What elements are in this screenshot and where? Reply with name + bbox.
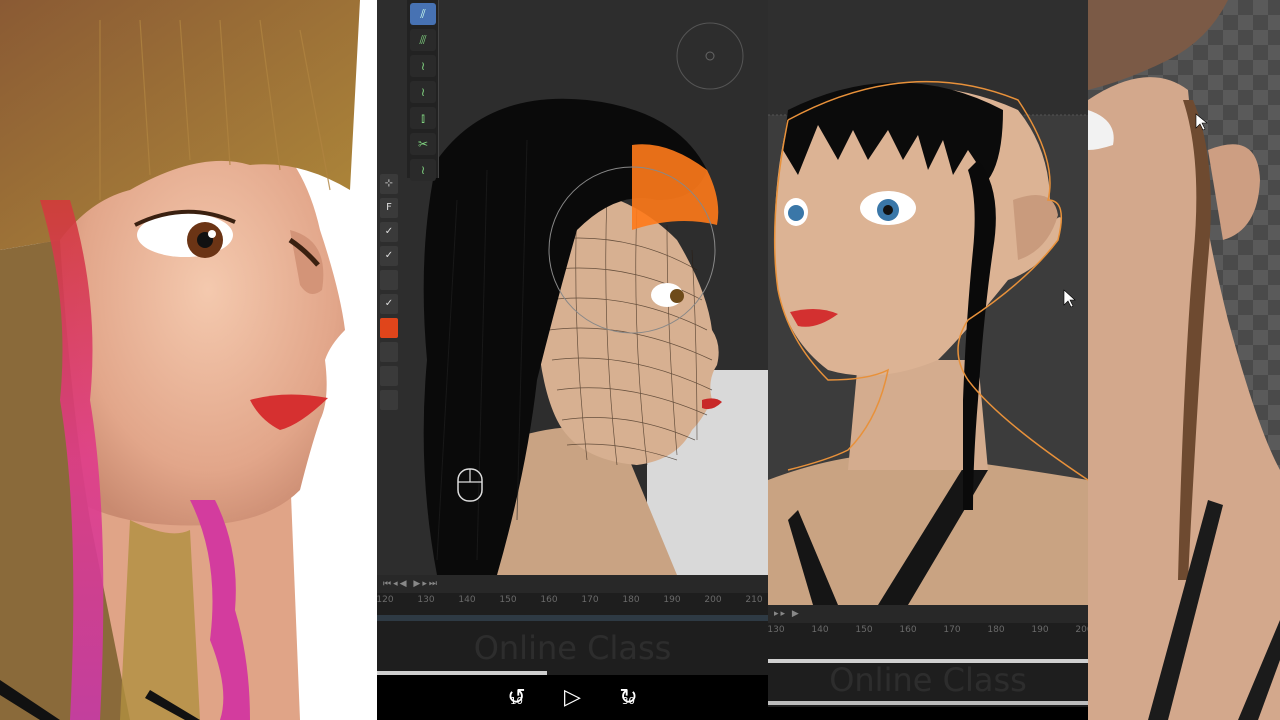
timeline-tick: 160 bbox=[899, 625, 917, 635]
property-field[interactable] bbox=[380, 366, 398, 386]
viewport-panel-right: ▸▸ ▶ 130 140 150 160 170 180 190 200 Online Cla… bbox=[768, 0, 1088, 720]
video-frame: ⫽ ⫻ ≀ ≀ ⫾ ✂ ≀ ⊹ F ✓ ✓ ✓ ⏮◂◀ ▶▸⏭ 120 130 … bbox=[0, 0, 1280, 720]
pin-icon[interactable]: ⊹ bbox=[380, 174, 398, 194]
player-controls: ↺ 10 ▷ ↻ 30 bbox=[377, 675, 768, 720]
timeline-tick: 170 bbox=[943, 625, 961, 635]
timeline-tick: 140 bbox=[811, 625, 829, 635]
sidebar-letter[interactable]: F bbox=[380, 198, 398, 218]
check-icon[interactable]: ✓ bbox=[380, 222, 398, 242]
timeline-controls-right[interactable]: ▸▸ ▶ bbox=[768, 605, 1088, 623]
timeline-tick: 200 bbox=[704, 595, 722, 605]
timeline-tick: 150 bbox=[499, 595, 517, 605]
play-icon[interactable]: ▷ bbox=[558, 686, 588, 709]
timeline-tick: 130 bbox=[417, 595, 435, 605]
tool-puff-icon[interactable]: ⫾ bbox=[410, 107, 436, 129]
render-panel-left bbox=[0, 0, 377, 720]
character-render-left bbox=[0, 0, 360, 720]
forward-label: 30 bbox=[622, 695, 635, 707]
timeline-tick: 200 bbox=[1075, 625, 1088, 635]
property-field[interactable] bbox=[380, 390, 398, 410]
timeline-tick: 190 bbox=[663, 595, 681, 605]
tool-weight-icon[interactable]: ≀ bbox=[410, 159, 436, 181]
character-render-right bbox=[1088, 0, 1280, 720]
watermark: Online Class bbox=[473, 629, 672, 667]
tool-smooth-icon[interactable]: ⫻ bbox=[410, 29, 436, 51]
check-icon[interactable]: ✓ bbox=[380, 294, 398, 314]
viewport-3d-right[interactable] bbox=[768, 0, 1088, 605]
timeline-tick: 150 bbox=[855, 625, 873, 635]
timeline-tick: 190 bbox=[1031, 625, 1049, 635]
hair-tools-toolbar: ⫽ ⫻ ≀ ≀ ⫾ ✂ ≀ bbox=[407, 0, 439, 181]
timeline-track[interactable] bbox=[377, 615, 768, 621]
check-icon[interactable]: ✓ bbox=[380, 246, 398, 266]
timeline-panel[interactable]: ⏮◂◀ ▶▸⏭ 120 130 140 150 160 170 180 190 200 210 O… bbox=[377, 575, 768, 675]
timeline-tick: 120 bbox=[377, 595, 394, 605]
timeline-tick: 160 bbox=[540, 595, 558, 605]
viewport-panel-center: ⫽ ⫻ ≀ ≀ ⫾ ✂ ≀ ⊹ F ✓ ✓ ✓ ⏮◂◀ ▶▸⏭ 120 130 … bbox=[377, 0, 768, 720]
properties-strip: ⊹ F ✓ ✓ ✓ bbox=[377, 170, 401, 580]
rewind-icon[interactable]: ↺ 10 bbox=[502, 686, 532, 709]
rewind-label: 10 bbox=[510, 695, 523, 707]
timeline-tick: 140 bbox=[458, 595, 476, 605]
timeline-tick: 180 bbox=[987, 625, 1005, 635]
timeline-ruler[interactable]: 120 130 140 150 160 170 180 190 200 210 bbox=[377, 593, 768, 609]
player-strip-right bbox=[768, 707, 1088, 720]
mouse-icon bbox=[457, 468, 483, 502]
tool-comb-icon[interactable]: ⫽ bbox=[410, 3, 436, 25]
timeline-ruler-right[interactable]: 130 140 150 160 170 180 190 200 bbox=[768, 623, 1088, 639]
video-progress-bar-right[interactable] bbox=[768, 701, 1088, 705]
timeline-tick: 170 bbox=[581, 595, 599, 605]
timeline-controls[interactable]: ⏮◂◀ ▶▸⏭ bbox=[377, 575, 768, 593]
timeline-panel-right[interactable]: ▸▸ ▶ 130 140 150 160 170 180 190 200 Online Cla… bbox=[768, 605, 1088, 720]
forward-icon[interactable]: ↻ 30 bbox=[614, 686, 644, 709]
active-property-button[interactable] bbox=[380, 318, 398, 338]
tool-cut-icon[interactable]: ✂ bbox=[410, 133, 436, 155]
tool-length-icon[interactable]: ≀ bbox=[410, 81, 436, 103]
property-field[interactable] bbox=[380, 342, 398, 362]
timeline-tick: 210 bbox=[745, 595, 763, 605]
timeline-tick: 180 bbox=[622, 595, 640, 605]
property-field[interactable] bbox=[380, 270, 398, 290]
render-panel-far-right bbox=[1088, 0, 1280, 720]
timeline-tick: 130 bbox=[768, 625, 785, 635]
tool-add-icon[interactable]: ≀ bbox=[410, 55, 436, 77]
watermark-right: Online Class bbox=[829, 661, 1027, 699]
